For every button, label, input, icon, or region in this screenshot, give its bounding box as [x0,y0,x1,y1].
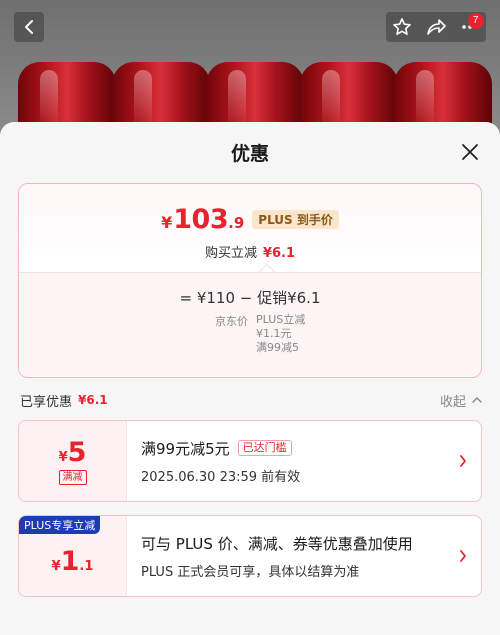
coupon-details: 可与 PLUS 价、满减、券等优惠叠加使用 PLUS 正式会员可享，具体以结算为… [127,516,481,596]
back-button[interactable] [14,12,44,42]
star-icon[interactable] [392,17,412,37]
coupon-amount: ¥ 1 .1 [52,546,94,577]
coupon-currency: ¥ [58,450,68,465]
promo-full-reduction: 满99减5 [256,341,299,354]
coupon-title: 满99元减5元 [141,439,230,458]
plus-exclusive-badge: PLUS专享立减 [19,516,101,534]
enjoyed-value: ¥6.1 [78,393,108,407]
price-formula: = ¥110 − 促销¥6.1 [179,289,321,307]
promo-details: PLUS立减 ¥1.1元 满99减5 [256,313,305,355]
enjoyed-discount-row: 已享优惠 ¥6.1 收起 [20,390,482,410]
coupon-details: 满99元减5元 已达门槛 2025.06.30 23:59 前有效 [127,421,481,501]
collapse-label: 收起 [439,394,466,410]
promo-plus-value: ¥1.1元 [256,327,292,340]
final-price-section: ¥ 103 .9 PLUS 到手价 购买立减 ¥6.1 [19,184,481,272]
coupon-amount: ¥ 5 [59,437,87,468]
chevron-right-icon [460,550,466,562]
sheet-header: 优惠 [0,122,500,182]
coupon-expiry: 2025.06.30 23:59 前有效 [141,469,301,485]
jd-price-label: 京东价 [215,315,248,328]
discount-label: 购买立减 [204,246,257,261]
coupon-card-full-reduction[interactable]: ¥ 5 满减 满99元减5元 已达门槛 2025.06.30 23:59 前有效 [18,420,482,502]
coupon-card-plus[interactable]: PLUS专享立减 ¥ 1 .1 可与 PLUS 价、满减、券等优惠叠加使用 PL… [18,515,482,597]
price-decimal: .9 [228,214,245,232]
coupon-title: 可与 PLUS 价、满减、券等优惠叠加使用 [141,534,413,553]
more-button[interactable]: 7 [460,13,484,37]
purchase-discount: 购买立减 ¥6.1 [19,242,481,261]
coupon-type-tag: 满减 [58,470,87,485]
enjoyed-label: 已享优惠 [20,394,73,410]
coupon-value: 5 [67,437,87,468]
price-currency: ¥ [161,213,173,232]
discount-sheet: 优惠 ¥ 103 .9 PLUS 到手价 购买立减 ¥6.1 = ¥110 − 促… [0,122,500,635]
coupon-note: PLUS 正式会员可享，具体以结算为准 [141,564,360,580]
price-breakdown: = ¥110 − 促销¥6.1 京东价 PLUS立减 ¥1.1元 满99减5 [19,272,481,377]
coupon-status-badge: 已达门槛 [237,440,292,456]
top-actions: 7 [386,12,486,42]
plus-price-tag: PLUS 到手价 [252,210,339,229]
chevron-up-icon [472,397,482,403]
price-card: ¥ 103 .9 PLUS 到手价 购买立减 ¥6.1 = ¥110 − 促销¥6… [18,183,482,378]
chevron-right-icon [460,455,466,467]
promo-plus-label: PLUS立减 [256,313,306,326]
discount-value: ¥6.1 [262,246,296,261]
coupon-currency: ¥ [51,558,61,574]
coupon-value: 1 [60,545,80,577]
final-price: ¥ 103 .9 PLUS 到手价 [19,204,481,235]
close-icon[interactable] [460,142,480,162]
sheet-title: 优惠 [230,142,269,165]
notification-badge: 7 [467,13,484,29]
share-icon[interactable] [425,17,447,37]
coupon-amount-panel: ¥ 5 满减 [19,421,127,501]
coupon-title-row: 满99元减5元 已达门槛 [141,438,481,459]
price-integer: 103 [173,204,229,235]
coupon-value-decimal: .1 [79,558,94,574]
chevron-left-icon [25,20,33,34]
collapse-button[interactable]: 收起 [440,391,482,410]
